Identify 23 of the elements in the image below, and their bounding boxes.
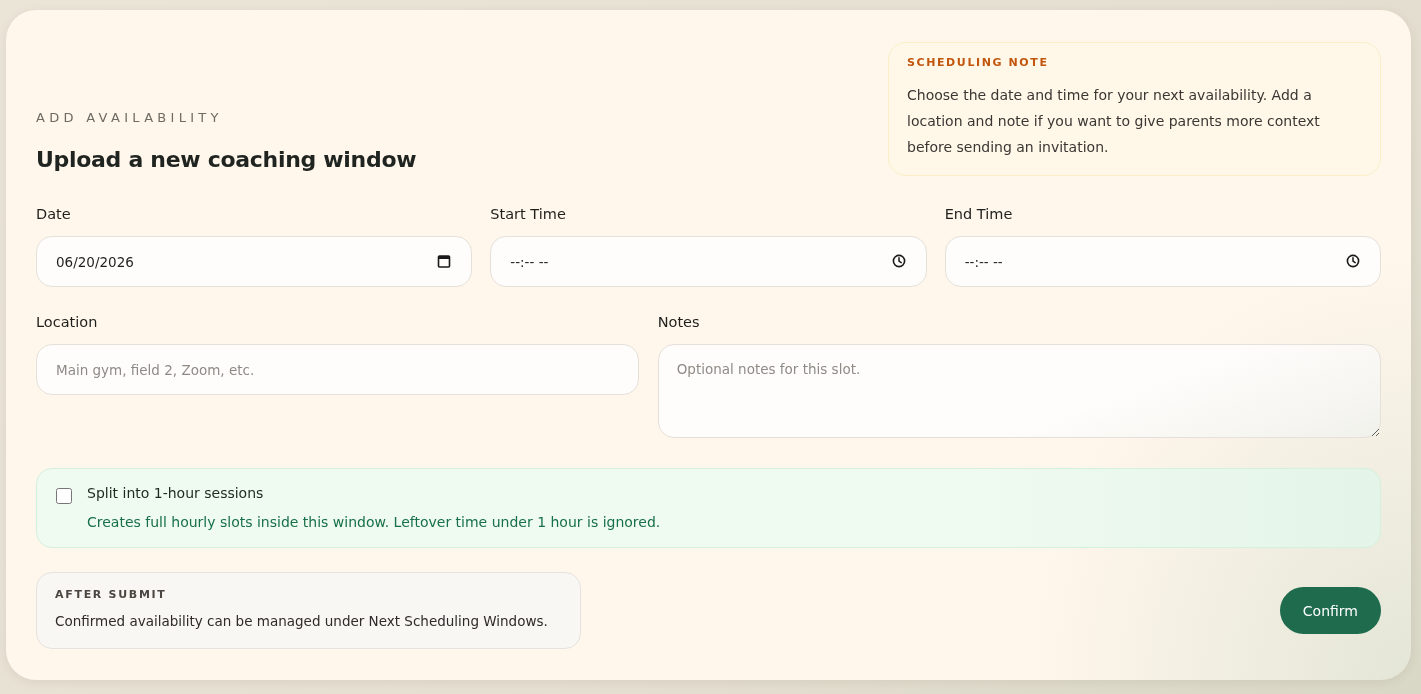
- option-description: Creates full hourly slots inside this window. Leftover time under 1 hour is ignored.: [87, 513, 661, 532]
- info-text: Confirmed availability can be managed under Next Scheduling Windows.: [55, 612, 549, 631]
- textarea-field[interactable]: Optional notes for this slot.: [657, 344, 1381, 438]
- field-label: End Time: [944, 205, 1013, 224]
- text-field[interactable]: Main gym, field 2, Zoom, etc.: [36, 344, 639, 395]
- confirm-button[interactable]: Confirm: [1279, 587, 1381, 634]
- option-label: Split into 1-hour sessions: [87, 484, 264, 503]
- field-label: Location: [36, 313, 98, 332]
- note-heading: SCHEDULING NOTE: [907, 56, 1050, 70]
- field-label: Start Time: [490, 205, 566, 224]
- calendar-icon[interactable]: [437, 254, 452, 268]
- field-label: Date: [36, 205, 71, 224]
- info-heading: AFTER SUBMIT: [55, 588, 168, 602]
- field-label: Notes: [657, 313, 700, 332]
- form-title: Upload a new coaching window: [36, 146, 417, 174]
- note-text: Choose the date and time for your next availability. Add a location and note if you want to give parents more context before sending an invitation.: [907, 86, 1321, 157]
- time-field[interactable]: --:-- --: [944, 236, 1381, 287]
- clock-icon[interactable]: [891, 254, 906, 268]
- time-field[interactable]: --:-- --: [490, 236, 927, 287]
- form-eyebrow: ADD AVAILABILITY: [36, 110, 224, 126]
- clock-icon[interactable]: [1346, 254, 1360, 268]
- checkbox[interactable]: [56, 488, 72, 504]
- date-field[interactable]: 06/20/2026: [36, 236, 473, 287]
